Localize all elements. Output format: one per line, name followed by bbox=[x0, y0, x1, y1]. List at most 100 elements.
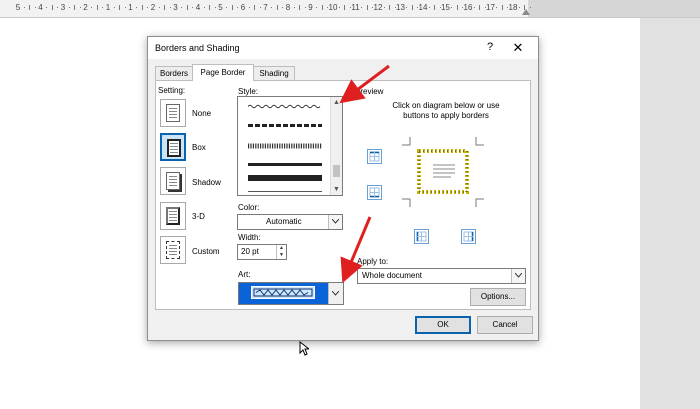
setting-label: Setting: bbox=[158, 86, 186, 95]
setting-3d-label: 3-D bbox=[192, 212, 205, 221]
ruler-tick bbox=[321, 5, 323, 10]
horizontal-ruler[interactable]: 5 4 3 2 1 1 2 3 4 5 6 7 8 9 10 11 12 13 14 15 16 17 18 bbox=[0, 0, 700, 18]
three-d-icon bbox=[166, 207, 180, 225]
ruler-tick bbox=[406, 7, 408, 8]
ruler-number: 11 bbox=[351, 3, 360, 12]
ruler-number: 2 bbox=[83, 3, 88, 12]
top-border-button[interactable] bbox=[367, 149, 382, 164]
ruler-number: 15 bbox=[441, 3, 450, 12]
ruler-tick bbox=[254, 5, 256, 10]
preview-label: Preview bbox=[355, 87, 384, 96]
ruler-number: 13 bbox=[396, 3, 405, 12]
style-option-thin-thick[interactable] bbox=[248, 175, 322, 181]
spin-up-icon[interactable]: ▲ bbox=[277, 245, 286, 252]
options-button[interactable]: Options... bbox=[470, 288, 526, 306]
help-button[interactable]: ? bbox=[483, 41, 497, 53]
ruler-tick bbox=[46, 7, 48, 8]
setting-none-label: None bbox=[192, 109, 212, 118]
ruler-tick bbox=[158, 7, 160, 8]
ruler-tick bbox=[411, 5, 413, 10]
ruler-right-margin bbox=[528, 0, 700, 17]
style-label: Style: bbox=[238, 87, 259, 96]
color-dropdown[interactable]: Automatic bbox=[237, 214, 343, 230]
dialog-titlebar[interactable]: Borders and Shading ? ✕ bbox=[148, 37, 538, 59]
ruler-number: 7 bbox=[263, 3, 268, 12]
setting-shadow-button[interactable] bbox=[160, 167, 186, 195]
chevron-down-icon[interactable] bbox=[328, 215, 342, 229]
document-gutter bbox=[640, 18, 700, 409]
width-spin-buttons[interactable]: ▲ ▼ bbox=[276, 245, 286, 259]
style-listbox[interactable]: ▲ ▼ bbox=[237, 96, 343, 196]
ruler-tick bbox=[209, 5, 211, 10]
chevron-down-icon[interactable] bbox=[328, 283, 343, 304]
ruler-tick bbox=[164, 5, 166, 10]
ruler-number: 1 bbox=[128, 3, 133, 12]
ruler-tick bbox=[456, 5, 458, 10]
ruler-tick bbox=[524, 5, 526, 10]
bottom-border-button[interactable] bbox=[367, 185, 382, 200]
ruler-tick bbox=[226, 7, 228, 8]
none-icon bbox=[166, 104, 180, 122]
color-value: Automatic bbox=[266, 217, 302, 226]
left-border-button[interactable] bbox=[414, 229, 429, 244]
style-option-thick[interactable] bbox=[248, 163, 322, 166]
ruler-number: 8 bbox=[285, 3, 291, 12]
ruler-tick bbox=[23, 7, 25, 8]
chevron-down-icon[interactable] bbox=[511, 269, 525, 283]
style-option-dash-dot[interactable] bbox=[248, 123, 322, 128]
ruler-tick bbox=[479, 5, 481, 10]
ruler-tick bbox=[51, 5, 53, 10]
ruler-number: 6 bbox=[240, 3, 246, 12]
ruler-number: 1 bbox=[105, 3, 111, 12]
border-top-icon bbox=[369, 151, 380, 162]
border-bottom-icon bbox=[369, 187, 380, 198]
apply-to-value: Whole document bbox=[362, 271, 423, 280]
ruler-tick bbox=[316, 7, 318, 8]
ruler-tick bbox=[113, 7, 115, 8]
ruler-tick bbox=[74, 5, 76, 10]
scroll-down-arrow-icon[interactable]: ▼ bbox=[331, 184, 342, 195]
tab-borders[interactable]: Borders bbox=[155, 66, 193, 80]
apply-to-dropdown[interactable]: Whole document bbox=[357, 268, 526, 284]
ruler-number: 16 bbox=[463, 3, 473, 12]
style-option-hatched[interactable] bbox=[248, 143, 322, 149]
dialog-title: Borders and Shading bbox=[155, 43, 240, 53]
ruler-tick bbox=[518, 7, 520, 8]
ok-button[interactable]: OK bbox=[415, 316, 471, 334]
tab-shading[interactable]: Shading bbox=[253, 66, 295, 80]
width-value: 20 pt bbox=[241, 247, 259, 256]
ruler-number: 4 bbox=[38, 3, 43, 12]
style-option-thin[interactable] bbox=[248, 191, 322, 192]
ruler-tick bbox=[451, 7, 453, 8]
ruler-number: 5 bbox=[15, 3, 21, 12]
spin-down-icon[interactable]: ▼ bbox=[277, 252, 286, 259]
tab-page-border[interactable]: Page Border bbox=[192, 64, 254, 81]
ruler-tick bbox=[203, 7, 205, 8]
setting-3d-button[interactable] bbox=[160, 202, 186, 230]
setting-custom-button[interactable] bbox=[160, 236, 186, 264]
ruler-tick bbox=[231, 5, 233, 10]
apply-to-label: Apply to: bbox=[357, 257, 389, 266]
ruler-number: 3 bbox=[173, 3, 178, 12]
setting-none-button[interactable] bbox=[160, 99, 186, 127]
box-icon bbox=[167, 139, 181, 157]
ruler-tick bbox=[389, 5, 391, 10]
style-option-wavy[interactable] bbox=[248, 104, 322, 109]
setting-box-label: Box bbox=[192, 143, 206, 152]
close-button[interactable]: ✕ bbox=[510, 40, 526, 56]
ruler-tick bbox=[141, 5, 143, 10]
cancel-button[interactable]: Cancel bbox=[477, 316, 533, 334]
setting-shadow-label: Shadow bbox=[192, 178, 221, 187]
style-scrollbar[interactable]: ▲ ▼ bbox=[330, 97, 342, 195]
scroll-up-arrow-icon[interactable]: ▲ bbox=[331, 97, 342, 108]
ruler-tick bbox=[119, 5, 121, 10]
ruler-number: 14 bbox=[418, 3, 428, 12]
width-spinner[interactable]: 20 pt ▲ ▼ bbox=[237, 244, 287, 260]
ruler-tick bbox=[366, 5, 368, 10]
right-indent-marker[interactable] bbox=[522, 9, 530, 15]
art-dropdown[interactable] bbox=[238, 282, 344, 305]
right-border-button[interactable] bbox=[461, 229, 476, 244]
setting-box-button[interactable] bbox=[160, 133, 186, 161]
scroll-thumb[interactable] bbox=[333, 165, 340, 177]
ruler-tick bbox=[299, 5, 301, 10]
